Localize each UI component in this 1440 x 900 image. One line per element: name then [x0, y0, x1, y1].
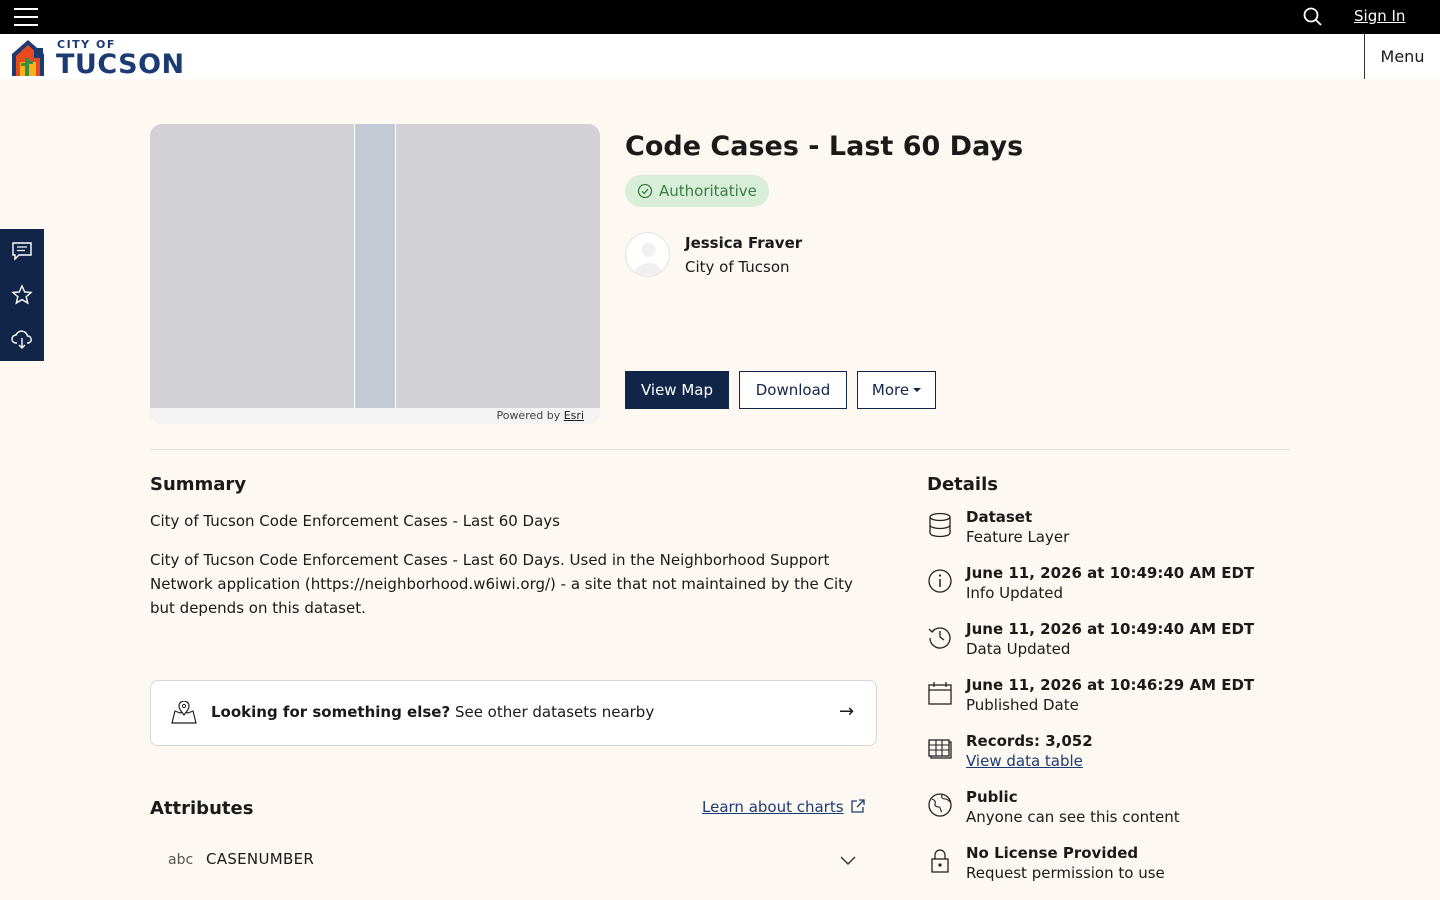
view-data-table-link[interactable]: View data table [966, 752, 1083, 770]
detail-data-updated: June 11, 2026 at 10:49:40 AM EDT Data Up… [927, 620, 1287, 668]
database-icon [929, 512, 951, 538]
history-icon [928, 627, 951, 649]
top-bar: Sign In [0, 0, 1440, 34]
logo-tucson-text: TUCSON [56, 49, 185, 80]
divider [150, 449, 1290, 450]
detail-title: Dataset [966, 508, 1033, 526]
map-attribution: Powered by Esri [150, 408, 600, 424]
badge-label: Authoritative [659, 182, 757, 200]
detail-sub: Info Updated [966, 584, 1064, 602]
chevron-down-icon [840, 856, 856, 865]
detail-title: June 11, 2026 at 10:49:40 AM EDT [966, 620, 1255, 638]
nearby-datasets-card[interactable]: Looking for something else? See other da… [150, 680, 877, 746]
arrow-right-icon: → [839, 701, 855, 722]
map-strip [354, 124, 396, 424]
authoritative-badge: Authoritative [625, 175, 769, 207]
detail-title: Records: 3,052 [966, 732, 1093, 750]
caret-down-icon [913, 388, 922, 392]
map-pin-icon [171, 701, 197, 724]
more-button[interactable]: More [857, 371, 936, 409]
attribute-name: CASENUMBER [206, 850, 315, 868]
detail-title: Public [966, 788, 1018, 806]
tucson-emblem-icon [12, 40, 44, 76]
detail-sub: Published Date [966, 696, 1079, 714]
owner-org: City of Tucson [685, 258, 790, 276]
side-toolbar [0, 229, 44, 361]
nearby-rest-text: See other datasets nearby [450, 703, 655, 721]
more-label: More [871, 381, 910, 399]
detail-title: June 11, 2026 at 10:49:40 AM EDT [966, 564, 1255, 582]
external-link-icon [850, 799, 865, 813]
detail-title: June 11, 2026 at 10:46:29 AM EDT [966, 676, 1255, 694]
detail-public: Public Anyone can see this content [927, 788, 1287, 836]
owner-name[interactable]: Jessica Fraver [685, 234, 802, 252]
detail-records: Records: 3,052 View data table [927, 732, 1287, 780]
detail-info-updated: June 11, 2026 at 10:49:40 AM EDT Info Up… [927, 564, 1287, 612]
avatar[interactable] [625, 232, 670, 277]
menu-button[interactable]: Menu [1364, 34, 1440, 79]
download-button[interactable]: Download [739, 371, 847, 409]
details-heading: Details [927, 474, 998, 495]
summary-description: City of Tucson Code Enforcement Cases - … [150, 551, 853, 617]
city-of-tucson-logo[interactable]: CITY OF TUCSON [10, 36, 184, 80]
comment-icon[interactable] [0, 229, 44, 273]
star-icon[interactable] [0, 273, 44, 317]
attributes-heading: Attributes [150, 798, 254, 819]
detail-sub: Data Updated [966, 640, 1071, 658]
summary-heading: Summary [150, 474, 247, 495]
string-type-icon: abc [168, 852, 194, 868]
nearby-bold-text: Looking for something else? [211, 703, 451, 721]
detail-dataset: Dataset Feature Layer [927, 508, 1287, 556]
site-header: CITY OF TUCSON Menu [0, 34, 1440, 80]
learn-about-charts-link[interactable]: Learn about charts [702, 798, 866, 816]
attribute-row[interactable]: abc CASENUMBER [150, 838, 877, 882]
hamburger-menu-icon[interactable] [14, 7, 38, 27]
search-icon[interactable] [1302, 6, 1324, 28]
calendar-icon [928, 682, 952, 705]
sign-in-link[interactable]: Sign In [1354, 7, 1405, 25]
lock-icon [931, 849, 949, 873]
table-icon [928, 739, 952, 759]
info-icon [928, 569, 952, 593]
page-title: Code Cases - Last 60 Days [625, 131, 1024, 162]
detail-sub: Anyone can see this content [966, 808, 1180, 826]
powered-by-text: Powered by [496, 409, 564, 422]
detail-sub: Request permission to use [966, 864, 1165, 882]
detail-sub: Feature Layer [966, 528, 1070, 546]
map-thumbnail[interactable]: Powered by Esri [150, 124, 600, 424]
summary-short-text: City of Tucson Code Enforcement Cases - … [150, 512, 560, 530]
detail-published-date: June 11, 2026 at 10:46:29 AM EDT Publish… [927, 676, 1287, 724]
nearby-text: Looking for something else? See other da… [211, 703, 654, 721]
learn-label: Learn about charts [702, 798, 844, 816]
esri-link[interactable]: Esri [564, 409, 584, 422]
check-circle-icon [637, 183, 653, 199]
detail-title: No License Provided [966, 844, 1139, 862]
user-avatar-icon [634, 243, 663, 275]
detail-license: No License Provided Request permission t… [927, 844, 1287, 892]
cloud-download-icon[interactable] [0, 317, 44, 361]
view-map-button[interactable]: View Map [625, 371, 729, 409]
globe-icon [928, 793, 952, 817]
